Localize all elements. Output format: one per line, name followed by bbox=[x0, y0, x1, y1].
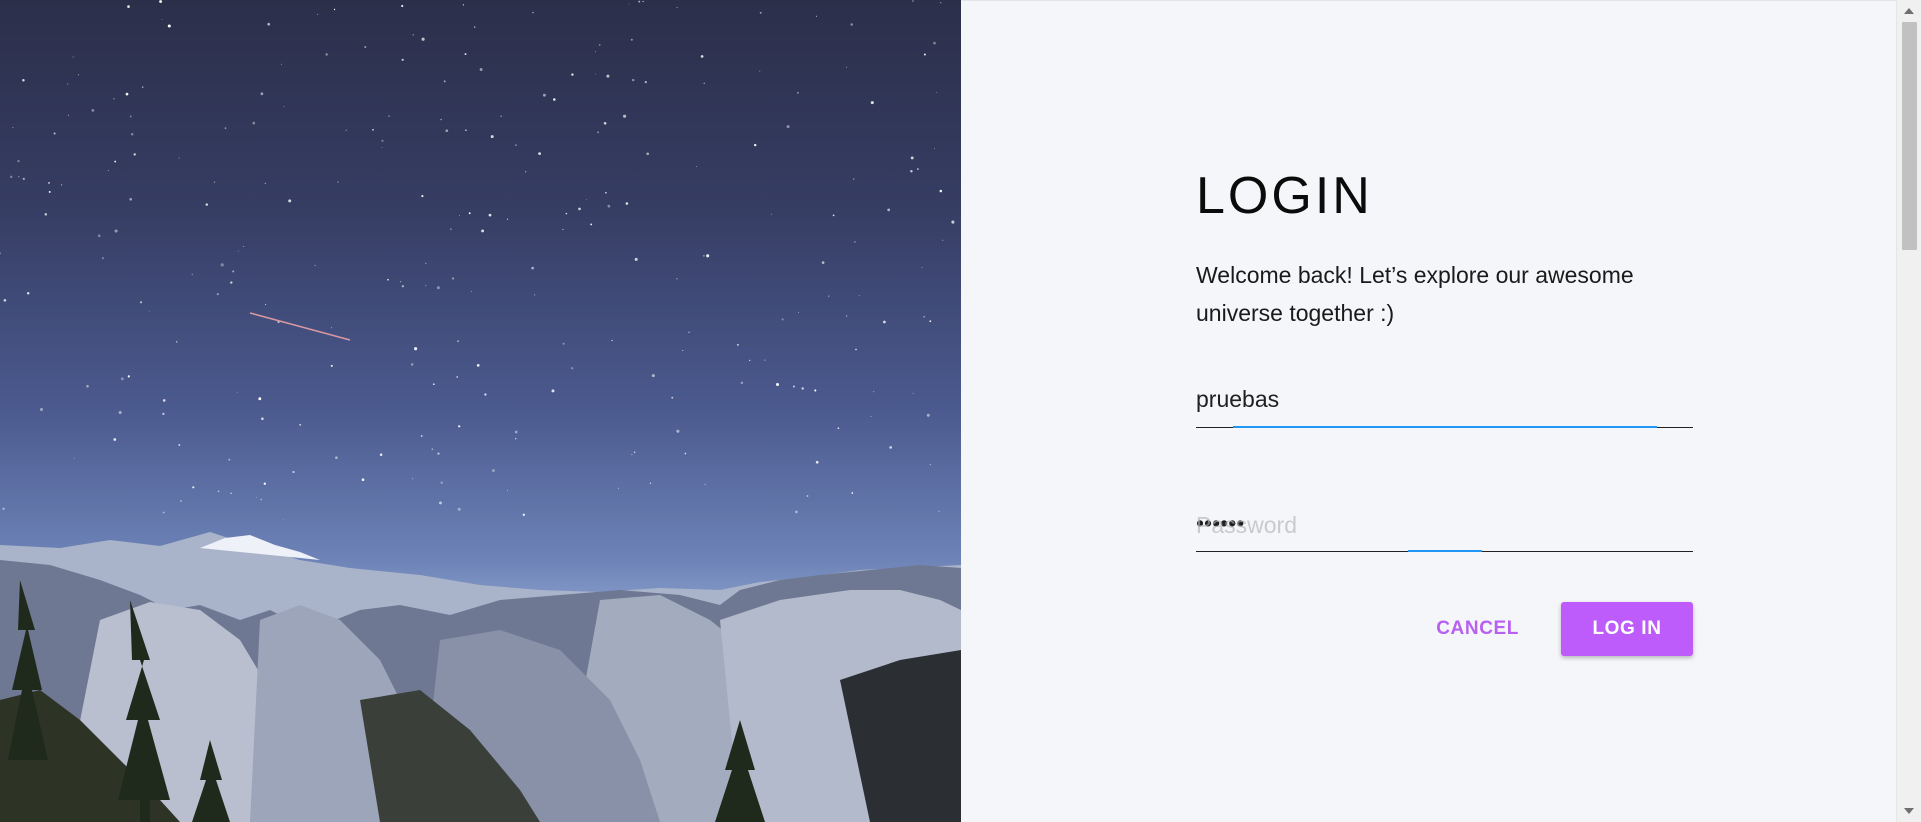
login-button[interactable]: LOG IN bbox=[1561, 602, 1693, 656]
username-focus-underline bbox=[1233, 426, 1657, 428]
scrollbar-thumb[interactable] bbox=[1902, 22, 1917, 250]
password-field: Password bbox=[1196, 502, 1693, 552]
hero-image bbox=[0, 0, 961, 822]
mountain-night-photo bbox=[0, 0, 961, 822]
password-focus-underline bbox=[1408, 550, 1482, 552]
password-input[interactable] bbox=[1196, 502, 1693, 544]
welcome-text: Welcome back! Let’s explore our awesome … bbox=[1196, 262, 1634, 326]
vertical-scrollbar[interactable] bbox=[1896, 0, 1921, 822]
cancel-button[interactable]: CANCEL bbox=[1428, 606, 1527, 652]
page-title: LOGIN bbox=[1196, 167, 1373, 225]
chevron-up-icon[interactable] bbox=[1904, 8, 1914, 14]
login-form: LOGIN Welcome back! Let’s explore our aw… bbox=[1196, 160, 1693, 656]
form-actions: CANCEL LOG IN bbox=[1196, 602, 1693, 656]
chevron-down-icon[interactable] bbox=[1904, 808, 1914, 814]
username-field bbox=[1196, 378, 1693, 428]
username-input[interactable] bbox=[1196, 378, 1693, 420]
